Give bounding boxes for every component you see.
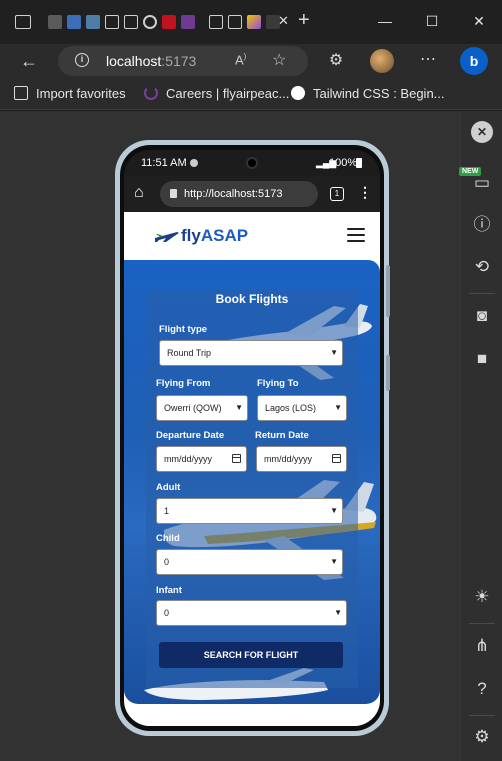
favorite-tailwind[interactable]: Tailwind CSS : Begin... bbox=[291, 86, 445, 101]
child-select[interactable]: 0 ▼ bbox=[156, 549, 343, 575]
search-flight-button[interactable]: SEARCH FOR FLIGHT bbox=[159, 642, 343, 668]
phone-side-key bbox=[386, 355, 390, 391]
infant-label: Infant bbox=[156, 585, 182, 596]
read-aloud-icon[interactable]: A) bbox=[235, 52, 246, 67]
loading-icon bbox=[144, 86, 158, 100]
site-navbar: flyASAP bbox=[124, 212, 380, 260]
chevron-down-icon: ▼ bbox=[330, 557, 338, 566]
flight-type-select[interactable]: Round Trip ▼ bbox=[159, 340, 343, 366]
help-icon[interactable]: ? bbox=[470, 677, 494, 701]
tab-favicon-icon[interactable] bbox=[209, 15, 223, 29]
lock-icon bbox=[170, 189, 177, 198]
favorite-star-icon[interactable]: ☆ bbox=[272, 50, 286, 70]
tab-strip: ✕ + — ☐ ✕ bbox=[0, 0, 502, 44]
tab-favicon-icon[interactable] bbox=[228, 15, 242, 29]
divider bbox=[469, 293, 495, 294]
rotate-icon[interactable]: ⟲ bbox=[470, 255, 494, 279]
mobile-url-text: http://localhost:5173 bbox=[184, 188, 283, 200]
device-emulation-icon[interactable]: ▭ bbox=[470, 171, 494, 195]
battery-level: 100% bbox=[329, 157, 358, 169]
chevron-down-icon: ▼ bbox=[235, 403, 243, 412]
tab-actions-icon[interactable] bbox=[15, 15, 31, 29]
maximize-icon[interactable]: ☐ bbox=[417, 8, 447, 34]
chevron-down-icon: ▼ bbox=[330, 348, 338, 357]
mobile-url-field[interactable]: http://localhost:5173 bbox=[160, 181, 318, 207]
spotify-icon bbox=[190, 159, 198, 167]
favorite-import[interactable]: Import favorites bbox=[14, 86, 126, 101]
chevron-down-icon: ▼ bbox=[334, 608, 342, 617]
front-camera bbox=[246, 157, 258, 169]
return-date-input[interactable]: mm/dd/yyyy bbox=[256, 446, 347, 472]
phone-screen: 11:51 AM ▂▄▆ 100% ⌂ http://localhost:517… bbox=[124, 150, 380, 726]
flying-to-select[interactable]: Lagos (LOS) ▼ bbox=[257, 395, 347, 421]
departure-date-input[interactable]: mm/dd/yyyy bbox=[156, 446, 247, 472]
settings-gear-icon[interactable]: ⚙ bbox=[470, 725, 494, 749]
hamburger-menu-icon[interactable] bbox=[347, 228, 365, 242]
flight-type-label: Flight type bbox=[159, 324, 208, 335]
page-footer-strip bbox=[124, 704, 380, 726]
departure-date-label: Departure Date bbox=[156, 430, 225, 441]
tab-favicon-icon[interactable] bbox=[162, 15, 176, 29]
status-time: 11:51 AM bbox=[141, 157, 187, 169]
chevron-down-icon: ▼ bbox=[330, 506, 338, 515]
address-bar[interactable]: i localhost:5173 A) ☆ bbox=[58, 46, 308, 76]
screen-record-icon[interactable]: ■ bbox=[470, 347, 494, 371]
address-row: ← i localhost:5173 A) ☆ ⚙ ⋯ b bbox=[0, 44, 502, 78]
flying-from-label: Flying From bbox=[156, 378, 211, 389]
battery-icon bbox=[356, 158, 362, 168]
tailwind-icon bbox=[291, 86, 305, 100]
close-icon[interactable]: ✕ bbox=[471, 121, 493, 143]
copilot-icon[interactable]: b bbox=[460, 47, 488, 75]
device-toolbar: ✕ NEW ▭ ⓘ ⟲ ◙ ■ ☀ ⋔ ? ⚙ bbox=[459, 111, 502, 761]
logo-plane-icon bbox=[155, 232, 179, 242]
chevron-down-icon: ▼ bbox=[334, 403, 342, 412]
adult-select[interactable]: 1 ▼ bbox=[156, 498, 343, 524]
more-menu-icon[interactable]: ⋯ bbox=[416, 48, 440, 72]
tab-favicon-icon[interactable] bbox=[181, 15, 195, 29]
form-title: Book Flights bbox=[215, 292, 289, 306]
new-tab-icon[interactable]: + bbox=[298, 9, 310, 32]
close-window-icon[interactable]: ✕ bbox=[464, 8, 494, 34]
address-text: localhost:5173 bbox=[106, 53, 197, 69]
child-label: Child bbox=[156, 533, 180, 544]
back-icon[interactable]: ← bbox=[17, 49, 41, 73]
close-tab-icon[interactable]: ✕ bbox=[278, 13, 289, 29]
brightness-icon[interactable]: ☀ bbox=[470, 585, 494, 609]
tab-favicon-icon[interactable] bbox=[67, 15, 81, 29]
tab-favicon-icon[interactable] bbox=[105, 15, 119, 29]
extensions-icon[interactable]: ⚙ bbox=[324, 49, 348, 73]
info-icon[interactable]: ⓘ bbox=[470, 213, 494, 237]
import-icon bbox=[14, 86, 28, 100]
tab-favicon-icon[interactable] bbox=[124, 15, 138, 29]
divider bbox=[469, 715, 495, 716]
tab-favicon-icon[interactable] bbox=[247, 15, 261, 29]
adult-label: Adult bbox=[156, 482, 181, 493]
favorites-bar: Import favorites Careers | flyairpeac...… bbox=[0, 78, 502, 110]
tab-favicon-icon[interactable] bbox=[48, 15, 62, 29]
site-logo[interactable]: flyASAP bbox=[181, 226, 248, 246]
divider bbox=[469, 623, 495, 624]
tab-switcher[interactable]: 1 bbox=[330, 187, 344, 201]
phone-side-key bbox=[386, 265, 390, 317]
web-page: flyASAP Book Flights Flight type Round T… bbox=[124, 212, 380, 726]
flying-from-select[interactable]: Owerri (QOW) ▼ bbox=[156, 395, 248, 421]
favorite-careers[interactable]: Careers | flyairpeac... bbox=[144, 86, 289, 101]
calendar-icon[interactable] bbox=[232, 454, 241, 463]
screenshot-camera-icon[interactable]: ◙ bbox=[470, 304, 494, 328]
phone-status-bar: 11:51 AM ▂▄▆ 100% bbox=[124, 150, 380, 176]
home-icon[interactable]: ⌂ bbox=[134, 184, 144, 202]
tab-favicon-icon[interactable] bbox=[86, 15, 100, 29]
hero-section: Book Flights Flight type Round Trip ▼ Fly… bbox=[124, 260, 380, 704]
profile-avatar[interactable] bbox=[370, 49, 394, 73]
mobile-browser-bar: ⌂ http://localhost:5173 1 ⋮ bbox=[124, 176, 380, 212]
calendar-icon[interactable] bbox=[332, 454, 341, 463]
site-info-icon[interactable]: i bbox=[75, 53, 89, 67]
infant-select[interactable]: 0 ▼ bbox=[156, 600, 347, 626]
flying-to-label: Flying To bbox=[257, 378, 299, 389]
tab-favicon-icon[interactable] bbox=[143, 15, 157, 29]
share-icon[interactable]: ⋔ bbox=[470, 634, 494, 658]
return-date-label: Return Date bbox=[255, 430, 309, 441]
mobile-menu-icon[interactable]: ⋮ bbox=[358, 184, 372, 201]
minimize-icon[interactable]: — bbox=[370, 8, 400, 34]
